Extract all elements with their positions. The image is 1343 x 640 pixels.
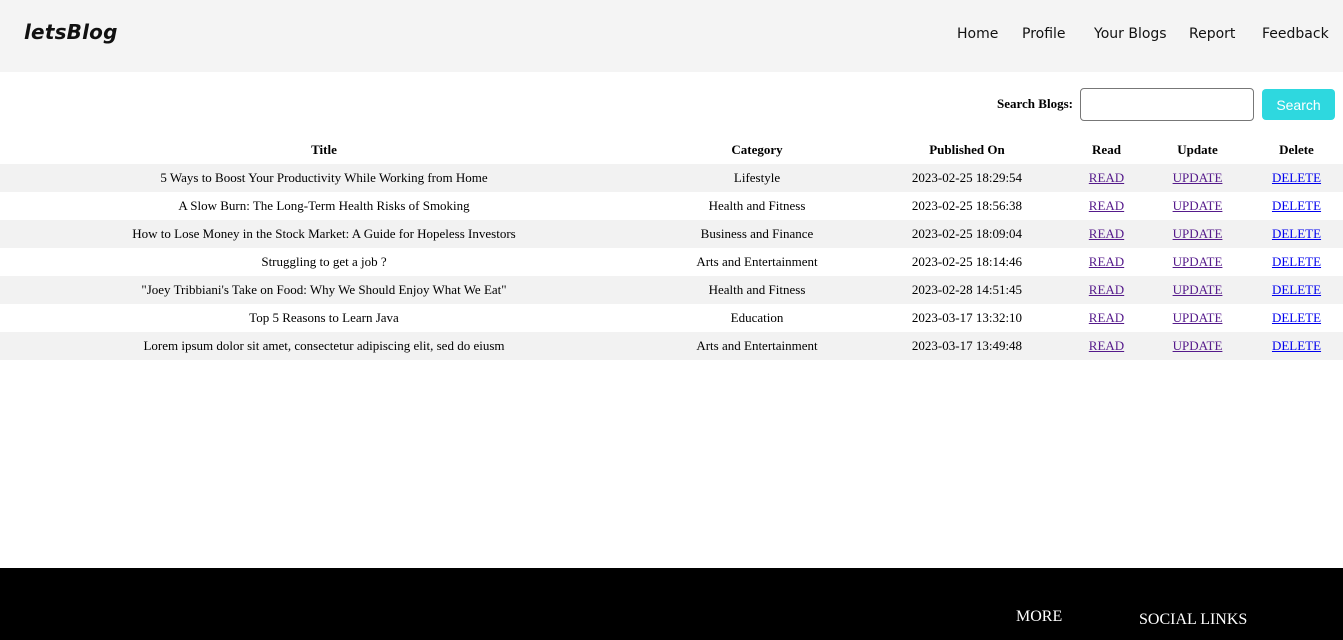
footer: MORE SOCIAL LINKS xyxy=(0,568,1343,640)
row-category: Arts and Entertainment xyxy=(696,338,818,353)
row-title: A Slow Burn: The Long-Term Health Risks … xyxy=(178,198,470,213)
update-link[interactable]: UPDATE xyxy=(1173,254,1223,269)
header-category: Category xyxy=(731,141,783,157)
row-title: Lorem ipsum dolor sit amet, consectetur … xyxy=(143,338,505,353)
row-published-on: 2023-03-17 13:49:48 xyxy=(911,338,1023,353)
table-row: A Slow Burn: The Long-Term Health Risks … xyxy=(0,192,1343,220)
table-row: 5 Ways to Boost Your Productivity While … xyxy=(0,164,1343,192)
table-header-row: Title Category Published On Read Update … xyxy=(0,135,1343,164)
top-navbar: letsBlog Home Profile Your Blogs Report … xyxy=(0,0,1343,72)
delete-link[interactable]: DELETE xyxy=(1272,310,1321,325)
row-category: Education xyxy=(730,310,784,325)
header-update: Update xyxy=(1177,141,1218,157)
row-published-on: 2023-03-17 13:32:10 xyxy=(911,310,1023,325)
search-button[interactable]: Search xyxy=(1262,89,1335,120)
brand-logo[interactable]: letsBlog xyxy=(24,20,118,44)
update-link[interactable]: UPDATE xyxy=(1173,282,1223,297)
table-row: How to Lose Money in the Stock Market: A… xyxy=(0,220,1343,248)
update-link[interactable]: UPDATE xyxy=(1173,198,1223,213)
search-label: Search Blogs: xyxy=(997,96,1073,111)
delete-link[interactable]: DELETE xyxy=(1272,198,1321,213)
update-link[interactable]: UPDATE xyxy=(1173,338,1223,353)
nav-report[interactable]: Report xyxy=(1189,26,1235,42)
read-link[interactable]: READ xyxy=(1089,310,1124,325)
header-delete: Delete xyxy=(1279,141,1314,157)
header-read: Read xyxy=(1092,141,1121,157)
row-title: Struggling to get a job ? xyxy=(261,254,387,269)
row-category: Health and Fitness xyxy=(708,198,806,213)
row-title: "Joey Tribbiani's Take on Food: Why We S… xyxy=(141,282,507,297)
row-category: Arts and Entertainment xyxy=(696,254,818,269)
header-published-on: Published On xyxy=(929,141,1005,157)
row-published-on: 2023-02-28 14:51:45 xyxy=(911,282,1023,297)
row-category: Health and Fitness xyxy=(708,282,806,297)
table-row: "Joey Tribbiani's Take on Food: Why We S… xyxy=(0,276,1343,304)
read-link[interactable]: READ xyxy=(1089,226,1124,241)
update-link[interactable]: UPDATE xyxy=(1173,310,1223,325)
row-published-on: 2023-02-25 18:56:38 xyxy=(911,198,1023,213)
nav-home[interactable]: Home xyxy=(957,26,998,42)
row-published-on: 2023-02-25 18:29:54 xyxy=(911,170,1023,185)
row-category: Business and Finance xyxy=(700,226,814,241)
nav-your-blogs[interactable]: Your Blogs xyxy=(1094,26,1167,42)
row-title: 5 Ways to Boost Your Productivity While … xyxy=(160,170,488,185)
row-published-on: 2023-02-25 18:14:46 xyxy=(911,254,1023,269)
footer-social-links-heading: SOCIAL LINKS xyxy=(1139,611,1248,628)
read-link[interactable]: READ xyxy=(1089,170,1124,185)
delete-link[interactable]: DELETE xyxy=(1272,254,1321,269)
row-title: How to Lose Money in the Stock Market: A… xyxy=(132,226,516,241)
read-link[interactable]: READ xyxy=(1089,338,1124,353)
nav-profile[interactable]: Profile xyxy=(1022,26,1066,42)
table-row: Struggling to get a job ? Arts and Enter… xyxy=(0,248,1343,276)
blogs-table: Title Category Published On Read Update … xyxy=(0,135,1343,360)
delete-link[interactable]: DELETE xyxy=(1272,282,1321,297)
delete-link[interactable]: DELETE xyxy=(1272,170,1321,185)
update-link[interactable]: UPDATE xyxy=(1173,170,1223,185)
row-title: Top 5 Reasons to Learn Java xyxy=(249,310,399,325)
read-link[interactable]: READ xyxy=(1089,254,1124,269)
row-published-on: 2023-02-25 18:09:04 xyxy=(911,226,1023,241)
delete-link[interactable]: DELETE xyxy=(1272,338,1321,353)
footer-more-heading: MORE xyxy=(1016,608,1063,625)
update-link[interactable]: UPDATE xyxy=(1173,226,1223,241)
read-link[interactable]: READ xyxy=(1089,282,1124,297)
table-row: Lorem ipsum dolor sit amet, consectetur … xyxy=(0,332,1343,360)
search-input[interactable] xyxy=(1080,88,1254,121)
table-row: Top 5 Reasons to Learn Java Education 20… xyxy=(0,304,1343,332)
delete-link[interactable]: DELETE xyxy=(1272,226,1321,241)
row-category: Lifestyle xyxy=(733,170,781,185)
header-title: Title xyxy=(311,141,337,157)
read-link[interactable]: READ xyxy=(1089,198,1124,213)
nav-feedback[interactable]: Feedback xyxy=(1262,26,1329,42)
